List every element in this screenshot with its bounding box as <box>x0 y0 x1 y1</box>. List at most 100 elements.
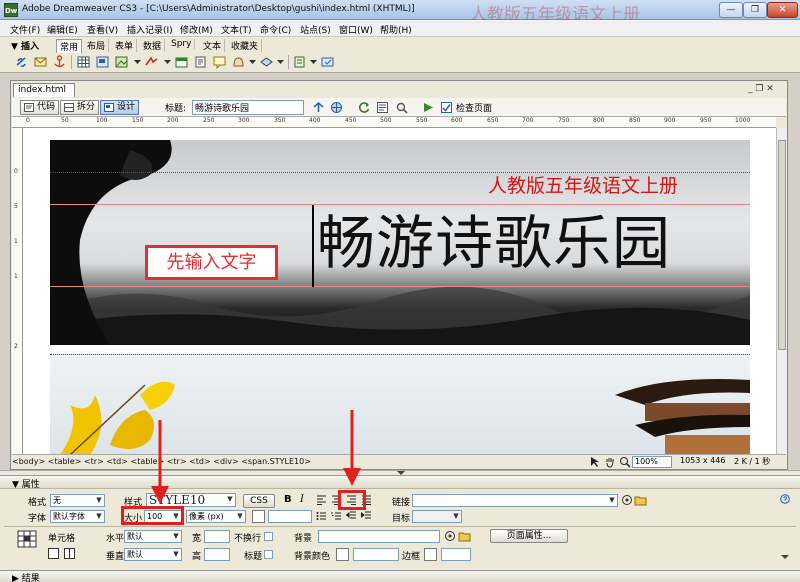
chevron-down-icon[interactable] <box>160 55 175 69</box>
italic-button[interactable]: I <box>300 494 304 505</box>
page-title-input[interactable] <box>192 100 304 115</box>
maximize-button[interactable]: ❐ <box>743 2 767 18</box>
banner-subtitle[interactable]: 人教版五年级语文上册 <box>488 171 678 198</box>
refresh-icon[interactable] <box>358 101 371 114</box>
server-include-icon[interactable] <box>193 55 208 69</box>
design-view-button[interactable]: 设计 <box>100 100 140 115</box>
unordered-list-icon[interactable] <box>316 511 327 521</box>
outdent-icon[interactable] <box>346 511 357 521</box>
menu-help[interactable]: 帮助(H) <box>380 23 412 36</box>
background-input[interactable] <box>318 530 440 543</box>
document-tab-index[interactable]: index.html <box>13 83 75 97</box>
merge-cells-icon[interactable] <box>48 548 59 559</box>
scrollbar-thumb[interactable] <box>778 140 786 350</box>
media-icon[interactable] <box>144 55 159 69</box>
bgcolor-input[interactable] <box>353 548 399 561</box>
banner-main-title[interactable]: 畅游诗歌乐园 <box>317 196 671 280</box>
menu-commands[interactable]: 命令(C) <box>260 23 291 36</box>
format-select[interactable]: 无 ▼ <box>50 494 105 507</box>
preview-browser-icon[interactable] <box>330 101 343 114</box>
tab-forms[interactable]: 表单 <box>112 39 138 52</box>
hyperlink-icon[interactable] <box>14 55 29 69</box>
table-icon[interactable] <box>76 55 91 69</box>
view-options-icon[interactable] <box>376 101 389 114</box>
chevron-down-icon[interactable] <box>273 55 288 69</box>
layer-icon[interactable] <box>95 55 110 69</box>
file-management-icon[interactable] <box>312 101 325 114</box>
minimize-button[interactable]: — <box>719 2 743 18</box>
folder-icon[interactable] <box>458 530 471 542</box>
nowrap-checkbox[interactable] <box>264 532 273 541</box>
menu-site[interactable]: 站点(S) <box>300 23 331 36</box>
text-color-input[interactable] <box>268 510 312 523</box>
properties-header[interactable]: ▼ 属性 <box>0 476 800 490</box>
results-panel-header[interactable]: ▶ 结果 <box>0 570 800 582</box>
tab-data[interactable]: 数据 <box>140 39 166 52</box>
tab-favorites[interactable]: 收藏夹 <box>228 39 263 52</box>
check-page-label[interactable]: 检查页面 <box>456 101 492 114</box>
align-left-icon[interactable] <box>316 495 327 505</box>
unit-select[interactable]: 像素 (px) ▼ <box>186 510 246 523</box>
date-icon[interactable] <box>174 55 189 69</box>
target-select[interactable]: ▼ <box>412 510 462 523</box>
chevron-down-icon[interactable] <box>130 55 145 69</box>
point-to-file-icon[interactable] <box>444 530 456 542</box>
head-content-icon[interactable] <box>231 55 246 69</box>
menu-file[interactable]: 文件(F) <box>10 23 40 36</box>
visual-aids-icon[interactable] <box>396 101 409 114</box>
split-cell-icon[interactable] <box>64 548 75 559</box>
bgcolor-swatch[interactable] <box>336 548 349 561</box>
border-color-input[interactable] <box>441 548 471 561</box>
tag-chooser-icon[interactable] <box>320 55 335 69</box>
help-icon[interactable] <box>780 494 790 504</box>
menu-view[interactable]: 查看(V) <box>87 23 118 36</box>
comment-icon[interactable] <box>212 55 227 69</box>
vertical-align-select[interactable]: 默认 ▼ <box>124 548 182 561</box>
window-size-display[interactable]: 1053 x 446 <box>680 456 725 465</box>
zoom-tool-icon[interactable] <box>619 456 631 468</box>
css-button[interactable]: CSS <box>243 494 275 508</box>
menu-text[interactable]: 文本(T) <box>221 23 252 36</box>
menu-window[interactable]: 窗口(W) <box>339 23 373 36</box>
border-color-swatch[interactable] <box>424 548 437 561</box>
width-input[interactable] <box>204 530 230 543</box>
zoom-select[interactable]: 100% <box>632 456 672 468</box>
bold-button[interactable]: B <box>284 494 292 505</box>
point-to-file-icon[interactable] <box>621 494 633 506</box>
link-input[interactable]: ▼ <box>412 494 618 507</box>
folder-icon[interactable] <box>634 494 647 506</box>
image-icon[interactable] <box>114 55 129 69</box>
indent-icon[interactable] <box>361 511 372 521</box>
split-view-button[interactable]: 拆分 <box>60 100 100 115</box>
insert-bar-label[interactable]: ▼ 插入 <box>8 39 42 52</box>
menu-modify[interactable]: 修改(M) <box>180 23 213 36</box>
page-properties-button[interactable]: 页面属性... <box>490 529 568 543</box>
tab-spry[interactable]: Spry <box>168 39 196 49</box>
ordered-list-icon[interactable] <box>331 511 342 521</box>
close-button[interactable]: ✕ <box>767 2 798 18</box>
template-icon[interactable] <box>292 55 307 69</box>
vertical-scrollbar[interactable] <box>776 128 787 454</box>
font-select[interactable]: 默认字体 ▼ <box>50 510 105 523</box>
check-page-icon[interactable] <box>440 101 453 114</box>
select-tool-icon[interactable] <box>589 456 601 468</box>
design-canvas[interactable]: 人教版五年级语文上册 畅游诗歌乐园 先输入文字 <box>23 128 776 454</box>
email-link-icon[interactable] <box>33 55 48 69</box>
named-anchor-icon[interactable] <box>52 55 67 69</box>
chevron-down-icon[interactable] <box>306 55 321 69</box>
chevron-down-icon[interactable] <box>245 55 260 69</box>
code-view-button[interactable]: 代码 <box>20 100 60 115</box>
text-color-swatch[interactable] <box>252 510 265 523</box>
height-input[interactable] <box>204 548 230 561</box>
tab-text[interactable]: 文本 <box>200 39 226 52</box>
menu-insert[interactable]: 插入记录(I) <box>127 23 173 36</box>
menu-edit[interactable]: 编辑(E) <box>47 23 78 36</box>
document-window-controls[interactable]: _ ❐ ✕ <box>748 84 774 94</box>
script-icon[interactable] <box>259 55 274 69</box>
hand-tool-icon[interactable] <box>604 456 616 468</box>
horizontal-align-select[interactable]: 默认 ▼ <box>124 530 182 543</box>
validate-markup-icon[interactable] <box>422 101 435 114</box>
expand-panel-icon[interactable] <box>780 552 790 562</box>
header-checkbox[interactable] <box>264 550 273 559</box>
tab-layout[interactable]: 布局 <box>84 39 110 52</box>
